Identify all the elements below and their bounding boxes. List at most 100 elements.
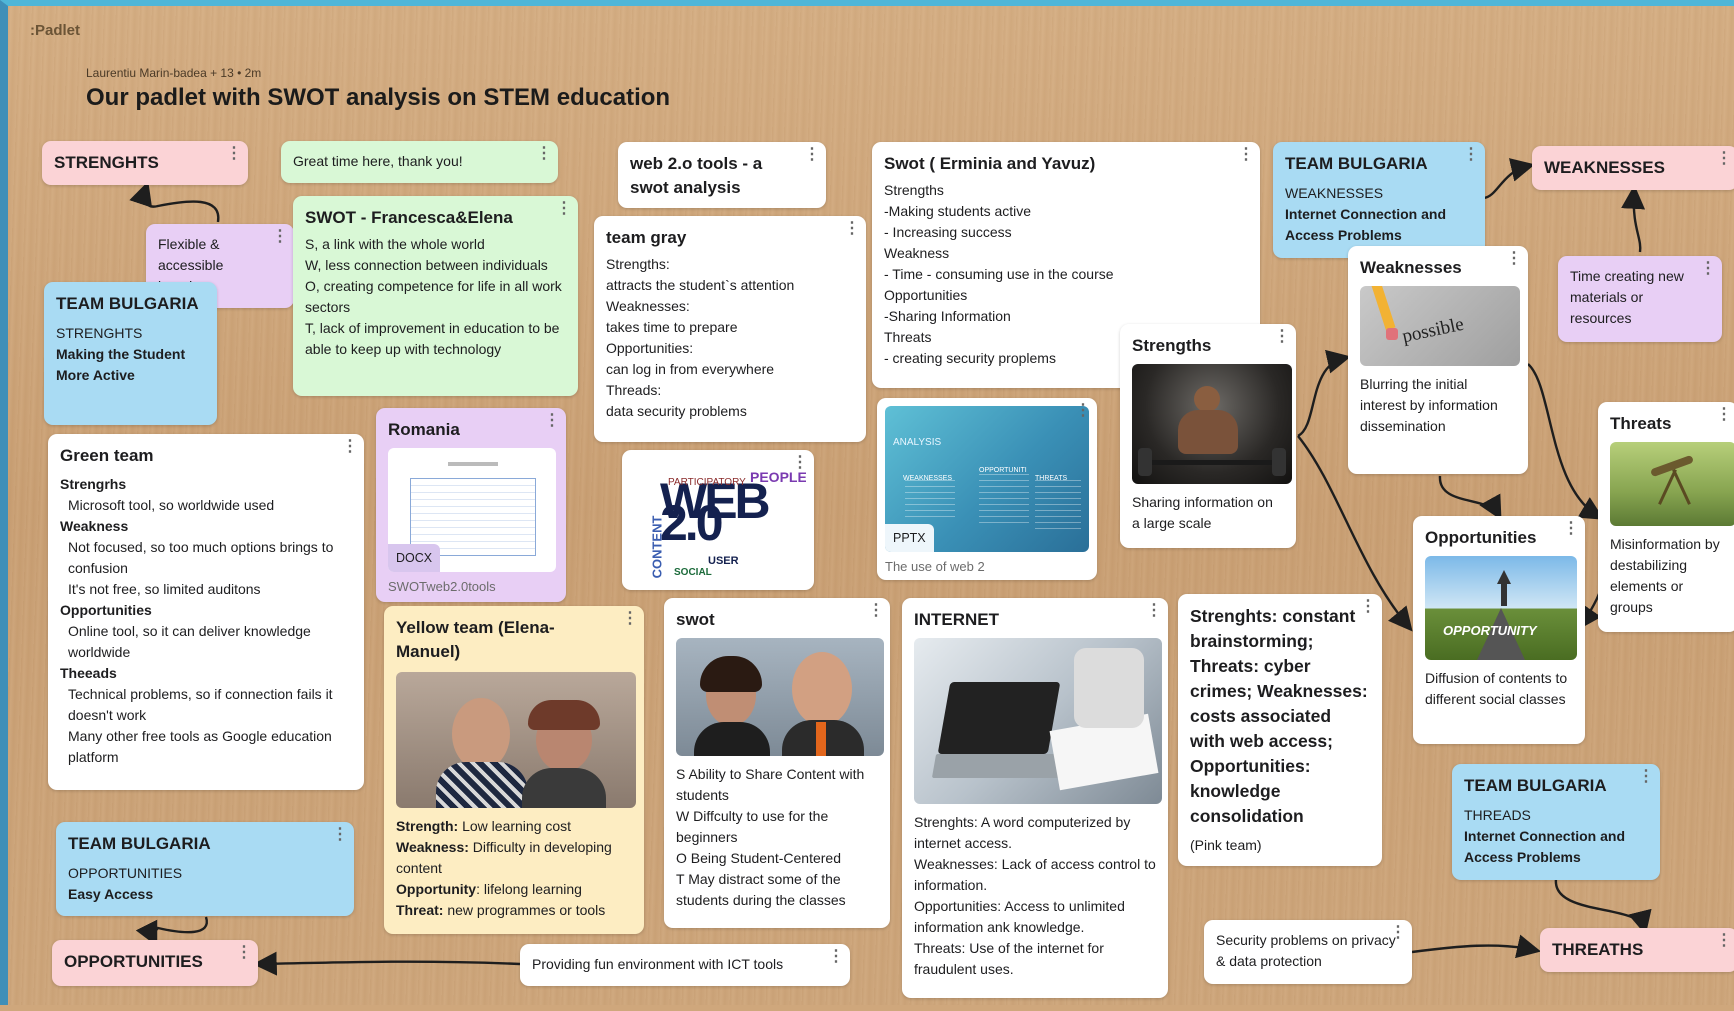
card-pptx-web2[interactable]: ANALYSIS WEAKNESSES OPPORTUNITI THREATS … [877, 398, 1097, 580]
padlet-board: :Padlet Laurentiu Marin-badea + 13 • 2m … [0, 0, 1734, 1005]
athlete-body-icon [1178, 410, 1238, 454]
document-heading-thumbnail [448, 462, 498, 466]
more-options-icon[interactable]: ⋮ [226, 146, 242, 162]
more-options-icon[interactable]: ⋮ [844, 221, 860, 237]
card-team-bulgaria-threads[interactable]: TEAM BULGARIA THREADS Internet Connectio… [1452, 764, 1660, 880]
card-line: data security problems [606, 403, 747, 419]
more-options-icon[interactable]: ⋮ [1075, 403, 1091, 419]
card-time-creating[interactable]: Time creating new materials or resources… [1558, 256, 1722, 342]
more-options-icon[interactable]: ⋮ [1238, 147, 1254, 163]
card-line: W Diffculty to use for the beginners [676, 808, 829, 845]
more-options-icon[interactable]: ⋮ [1563, 521, 1579, 537]
image-word: OPPORTUNITY [1443, 623, 1537, 638]
card-strengths[interactable]: Strengths Sharing information on a large… [1120, 324, 1296, 548]
card-text: Blurring the initial interest by informa… [1360, 376, 1498, 434]
card-pink-team[interactable]: Strenghts: constant brainstorming; Threa… [1178, 594, 1382, 866]
weight-plate-icon [1272, 448, 1286, 476]
more-options-icon[interactable]: ⋮ [1146, 603, 1162, 619]
card-title: Threats [1610, 414, 1672, 433]
word-cloud-term: PARTICIPATORY [668, 477, 746, 488]
row-key: Strength: [396, 818, 459, 834]
card-body: Strength: Low learning cost Weakness: Di… [396, 816, 632, 921]
more-options-icon[interactable]: ⋮ [1638, 769, 1654, 785]
more-options-icon[interactable]: ⋮ [1716, 407, 1732, 423]
word-cloud-main: WEB 2.0 [660, 473, 771, 551]
section-heading: Theeads [60, 665, 117, 681]
card-team-bulgaria-strengths[interactable]: TEAM BULGARIA STRENGHTS Making the Stude… [44, 282, 217, 425]
card-line: Threats: Use of the internet for fraudul… [914, 940, 1104, 977]
slide-text-lines [905, 480, 955, 520]
card-line: attracts the student`s attention [606, 277, 795, 293]
more-options-icon[interactable]: ⋮ [1274, 329, 1290, 345]
card-line: O Being Student-Centered [676, 850, 841, 866]
card-title: Weaknesses [1360, 258, 1462, 277]
card-line: can log in from everywhere [606, 361, 775, 377]
card-line: Weaknesses: [606, 298, 690, 314]
card-team-gray[interactable]: team gray Strengths: attracts the studen… [594, 216, 866, 442]
card-weaknesses[interactable]: Weaknesses possible Blurring the initial… [1348, 246, 1528, 474]
card-title: Opportunities [1425, 528, 1537, 547]
card-team-bulgaria-weaknesses[interactable]: TEAM BULGARIA WEAKNESSES Internet Connec… [1273, 142, 1485, 258]
more-options-icon[interactable]: ⋮ [1716, 151, 1732, 167]
more-options-icon[interactable]: ⋮ [544, 413, 560, 429]
more-options-icon[interactable]: ⋮ [622, 611, 638, 627]
card-internet[interactable]: INTERNET Strenghts: A word computerized … [902, 598, 1168, 998]
more-options-icon[interactable]: ⋮ [828, 949, 844, 965]
more-options-icon[interactable]: ⋮ [1700, 261, 1716, 277]
card-weaknesses-header[interactable]: WEAKNESSES ⋮ [1532, 146, 1734, 190]
card-line: Opportunities: [606, 340, 694, 356]
card-title: TEAM BULGARIA [1464, 776, 1607, 795]
more-options-icon[interactable]: ⋮ [868, 603, 884, 619]
card-web20-image[interactable]: WEB 2.0 PARTICIPATORY PEOPLE CONTENT USE… [622, 450, 814, 590]
card-swot-francesca-elena[interactable]: SWOT - Francesca&Elena S, a link with th… [293, 196, 578, 396]
opportunity-road-image: OPPORTUNITY [1425, 556, 1577, 660]
pencil-icon [1370, 286, 1396, 331]
card-team-bulgaria-opportunities[interactable]: TEAM BULGARIA OPPORTUNITIES Easy Access … [56, 822, 354, 916]
card-opportunities[interactable]: Opportunities OPPORTUNITY Diffusion of c… [1413, 516, 1585, 744]
card-green-team[interactable]: Green team Strengrhs Microsoft tool, so … [48, 434, 364, 790]
card-threats[interactable]: Threats Misinformation by destabilizing … [1598, 402, 1734, 632]
card-threaths-header[interactable]: THREATHS ⋮ [1540, 928, 1734, 972]
more-options-icon[interactable]: ⋮ [804, 147, 820, 163]
card-security-problems[interactable]: Security problems on privacy & data prot… [1204, 920, 1412, 984]
more-options-icon[interactable]: ⋮ [536, 146, 552, 162]
more-options-icon[interactable]: ⋮ [1360, 599, 1376, 615]
more-options-icon[interactable]: ⋮ [1390, 925, 1406, 941]
arrow-flexible-to-strenghts [129, 181, 220, 223]
more-options-icon[interactable]: ⋮ [272, 229, 288, 245]
card-line: S, a link with the whole world [305, 236, 485, 252]
more-options-icon[interactable]: ⋮ [1716, 933, 1732, 949]
card-title: team gray [606, 228, 687, 247]
card-title: Swot ( Erminia and Yavuz) [884, 154, 1096, 173]
card-body: Internet Connection and Access Problems [1285, 206, 1446, 243]
card-row: Threat: new programmes or tools [396, 900, 632, 921]
card-strenghts-header[interactable]: STRENGHTS ⋮ [42, 141, 248, 185]
card-opportunities-header[interactable]: OPPORTUNITIES ⋮ [52, 940, 258, 986]
card-title: TEAM BULGARIA [68, 834, 211, 853]
card-title: TEAM BULGARIA [56, 294, 199, 313]
more-options-icon[interactable]: ⋮ [332, 827, 348, 843]
section-heading: Strengrhs [60, 476, 127, 492]
web20-word-cloud-image: WEB 2.0 PARTICIPATORY PEOPLE CONTENT USE… [630, 458, 806, 582]
arrow-weaknesses-to-opportunities [1438, 475, 1502, 521]
card-line: S Ability to Share Content with students [676, 766, 865, 803]
more-options-icon[interactable]: ⋮ [1506, 251, 1522, 267]
card-great-time[interactable]: Great time here, thank you! ⋮ [281, 141, 558, 183]
card-label: WEAKNESSES [1285, 185, 1384, 201]
more-options-icon[interactable]: ⋮ [342, 439, 358, 455]
more-options-icon[interactable]: ⋮ [556, 201, 572, 217]
card-providing-fun[interactable]: Providing fun environment with ICT tools… [520, 944, 850, 986]
card-web20-tools[interactable]: web 2.o tools - a swot analysis ⋮ [618, 142, 826, 208]
card-romania[interactable]: Romania DOCX SWOTweb2.0tools ⋮ [376, 408, 566, 602]
card-swot[interactable]: swot S Ability to Share Content with stu… [664, 598, 890, 928]
pptx-slide-preview[interactable]: ANALYSIS WEAKNESSES OPPORTUNITI THREATS … [885, 406, 1089, 552]
more-options-icon[interactable]: ⋮ [1463, 147, 1479, 163]
section-text: Many other free tools as Google educatio… [68, 728, 332, 765]
row-value: Low learning cost [458, 818, 572, 834]
docx-preview[interactable]: DOCX [388, 448, 556, 572]
weight-plate-icon [1138, 448, 1152, 476]
card-label: OPPORTUNITIES [68, 865, 183, 881]
more-options-icon[interactable]: ⋮ [792, 455, 808, 471]
more-options-icon[interactable]: ⋮ [236, 945, 252, 961]
card-yellow-team[interactable]: Yellow team (Elena-Manuel) Strength: Low… [384, 606, 644, 934]
